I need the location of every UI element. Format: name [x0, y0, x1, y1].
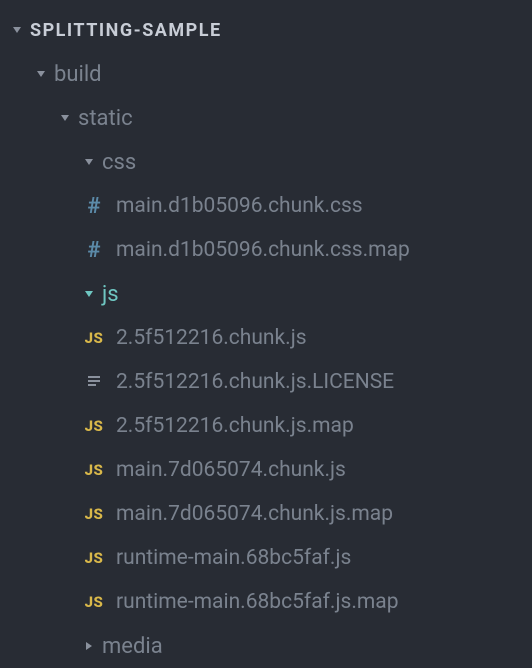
folder-label: css: [102, 150, 136, 175]
chevron-down-icon: [10, 25, 24, 35]
root-folder[interactable]: SPLITTING-SAMPLE: [0, 8, 532, 52]
js-file-icon: JS: [82, 505, 106, 523]
folder-label: js: [102, 282, 119, 307]
js-file-icon: JS: [82, 417, 106, 435]
file-css-map[interactable]: # main.d1b05096.chunk.css.map: [0, 228, 532, 272]
file-label: runtime-main.68bc5faf.js: [116, 546, 351, 570]
folder-js[interactable]: js: [0, 272, 532, 316]
file-js-chunk-2-map[interactable]: JS 2.5f512216.chunk.js.map: [0, 404, 532, 448]
file-label: main.7d065074.chunk.js.map: [116, 502, 393, 526]
file-label: main.d1b05096.chunk.css: [116, 194, 363, 218]
file-css-chunk[interactable]: # main.d1b05096.chunk.css: [0, 184, 532, 228]
folder-static[interactable]: static: [0, 96, 532, 140]
file-label: 2.5f512216.chunk.js.map: [116, 414, 354, 438]
file-js-chunk-2[interactable]: JS 2.5f512216.chunk.js: [0, 316, 532, 360]
js-file-icon: JS: [82, 593, 106, 611]
folder-label: build: [54, 62, 102, 87]
folder-build[interactable]: build: [0, 52, 532, 96]
js-file-icon: JS: [82, 329, 106, 347]
file-label: main.d1b05096.chunk.css.map: [116, 238, 410, 262]
chevron-right-icon: [82, 641, 96, 651]
file-js-main-chunk[interactable]: JS main.7d065074.chunk.js: [0, 448, 532, 492]
folder-label: static: [78, 106, 133, 131]
file-label: 2.5f512216.chunk.js: [116, 326, 307, 350]
file-js-runtime-map[interactable]: JS runtime-main.68bc5faf.js.map: [0, 580, 532, 624]
file-js-runtime[interactable]: JS runtime-main.68bc5faf.js: [0, 536, 532, 580]
folder-media[interactable]: media: [0, 624, 532, 668]
chevron-down-icon: [82, 157, 96, 167]
file-label: main.7d065074.chunk.js: [116, 458, 346, 482]
file-js-license[interactable]: 2.5f512216.chunk.js.LICENSE: [0, 360, 532, 404]
folder-label: media: [102, 634, 163, 659]
chevron-down-icon: [82, 289, 96, 299]
root-folder-label: SPLITTING-SAMPLE: [30, 20, 222, 41]
folder-css[interactable]: css: [0, 140, 532, 184]
chevron-down-icon: [58, 113, 72, 123]
file-js-main-chunk-map[interactable]: JS main.7d065074.chunk.js.map: [0, 492, 532, 536]
js-file-icon: JS: [82, 549, 106, 567]
license-file-icon: [82, 373, 106, 391]
chevron-down-icon: [34, 69, 48, 79]
js-file-icon: JS: [82, 461, 106, 479]
file-label: runtime-main.68bc5faf.js.map: [116, 590, 399, 614]
css-file-icon: #: [82, 238, 106, 263]
css-file-icon: #: [82, 194, 106, 219]
file-label: 2.5f512216.chunk.js.LICENSE: [116, 370, 394, 394]
